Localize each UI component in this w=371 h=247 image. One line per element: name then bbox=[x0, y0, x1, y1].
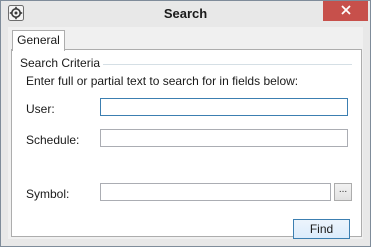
search-criteria-group-label: Search Criteria bbox=[20, 56, 104, 70]
tab-general[interactable]: General bbox=[12, 30, 65, 51]
symbol-input[interactable] bbox=[100, 183, 331, 201]
dialog-body: General Search Criteria Enter full or pa… bbox=[8, 27, 363, 239]
instruction-text: Enter full or partial text to search for… bbox=[26, 74, 299, 88]
symbol-browse-button[interactable]: ... bbox=[334, 183, 352, 201]
schedule-input[interactable] bbox=[100, 129, 348, 147]
user-input[interactable] bbox=[100, 98, 348, 116]
title-bar[interactable]: Search bbox=[1, 1, 370, 27]
find-button[interactable]: Find bbox=[293, 219, 350, 239]
schedule-label: Schedule: bbox=[26, 133, 80, 147]
user-label: User: bbox=[26, 102, 55, 116]
symbol-label: Symbol: bbox=[26, 187, 70, 201]
close-icon bbox=[340, 4, 351, 18]
group-divider bbox=[100, 64, 352, 65]
search-dialog: Search General Search Criteria Enter ful… bbox=[0, 0, 371, 247]
window-title: Search bbox=[163, 6, 208, 21]
close-button[interactable] bbox=[323, 1, 368, 21]
general-tab-panel: Search Criteria Enter full or partial te… bbox=[11, 49, 362, 239]
